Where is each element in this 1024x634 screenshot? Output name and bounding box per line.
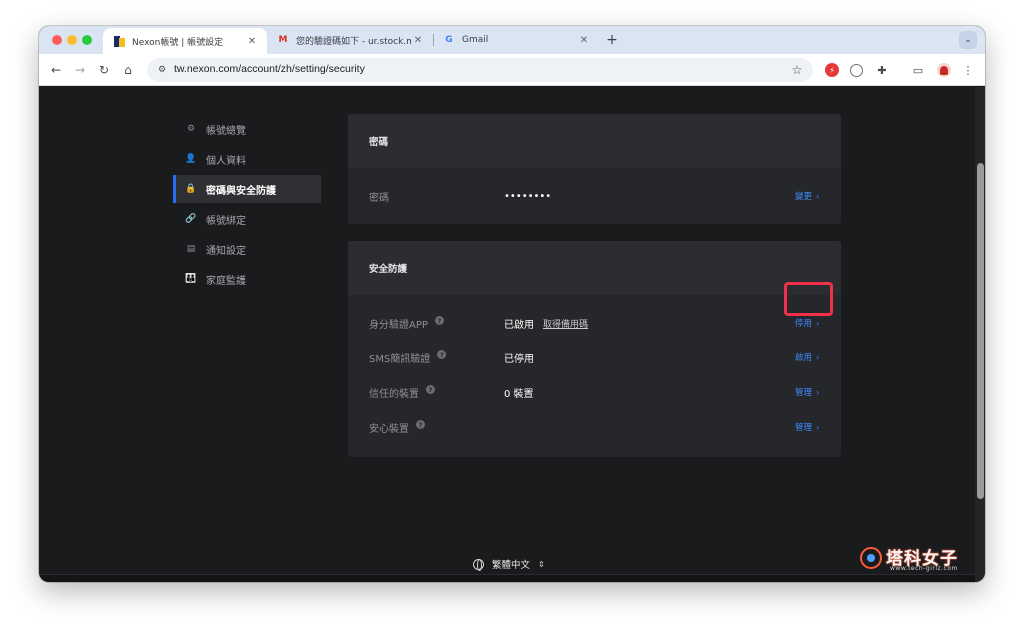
tab-gmail-message[interactable]: M 您的驗證碼如下 - ur.stock.ma ✕ xyxy=(267,26,433,54)
highlight-annotation xyxy=(784,282,833,316)
gear-icon: ⚙ xyxy=(186,124,196,134)
address-bar[interactable]: ⚙ tw.nexon.com/account/zh/setting/securi… xyxy=(147,58,813,82)
site-settings-icon[interactable]: ⚙ xyxy=(155,63,169,77)
sidebar-item-notifications[interactable]: ▤ 通知設定 xyxy=(173,235,321,263)
backup-code-link[interactable]: 取得備用碼 xyxy=(543,317,588,330)
message-icon: ▤ xyxy=(186,244,196,254)
tab-strip: Nexon帳號 | 帳號設定 ✕ M 您的驗證碼如下 - ur.stock.ma… xyxy=(39,26,985,54)
sidebar-item-security[interactable]: 🔒 密碼與安全防護 xyxy=(173,175,321,203)
tab-gmail[interactable]: G Gmail ✕ xyxy=(433,26,599,54)
new-tab-button[interactable]: + xyxy=(603,31,621,49)
extension-circle-icon[interactable] xyxy=(847,61,865,79)
close-icon[interactable]: ✕ xyxy=(411,33,425,47)
sidebar-item-label: 密碼與安全防護 xyxy=(206,185,276,197)
footer xyxy=(39,574,975,582)
chevron-updown-icon: ⇕ xyxy=(538,559,545,569)
sidebar-item-family[interactable]: 👪 家庭監護 xyxy=(173,265,321,293)
cast-icon[interactable]: ▭ xyxy=(909,61,927,79)
row-label: 密碼 xyxy=(369,192,389,204)
sidebar-item-label: 通知設定 xyxy=(206,245,246,257)
family-icon: 👪 xyxy=(185,274,197,284)
tab-search-button[interactable]: ⌄ xyxy=(959,31,977,49)
card-title: 密碼 xyxy=(348,114,841,168)
watermark-subtitle: www.tech-girlz.com xyxy=(890,565,958,572)
reload-icon[interactable]: ↻ xyxy=(95,61,113,79)
tab-title: 您的驗證碼如下 - ur.stock.ma xyxy=(296,36,411,47)
maximize-window-button[interactable] xyxy=(82,35,92,45)
change-password-link[interactable]: 變更 › xyxy=(795,190,820,203)
row-label: 安心裝置? xyxy=(369,420,425,435)
chevron-right-icon: › xyxy=(816,191,820,201)
password-card: 密碼 密碼 •••••••• 變更 › xyxy=(348,114,841,224)
status-value: 已啟用 取得備用碼 xyxy=(504,316,588,331)
sms-row: SMS簡訊驗證? 已停用 啟用 › xyxy=(348,345,841,369)
sidebar-item-overview[interactable]: ⚙ 帳號總覽 xyxy=(173,115,321,143)
extensions-puzzle-icon[interactable]: ✚ xyxy=(873,61,891,79)
close-icon[interactable]: ✕ xyxy=(577,33,591,47)
close-icon[interactable]: ✕ xyxy=(245,34,259,48)
manage-safe-device-link[interactable]: 管理 › xyxy=(795,421,820,434)
chevron-right-icon: › xyxy=(816,352,820,362)
url-text[interactable]: tw.nexon.com/account/zh/setting/security xyxy=(174,63,365,75)
manage-trusted-devices-link[interactable]: 管理 › xyxy=(795,386,820,399)
tab-nexon[interactable]: Nexon帳號 | 帳號設定 ✕ xyxy=(103,28,267,54)
page-content: ⚙ 帳號總覽 👤 個人資料 🔒 密碼與安全防護 🔗 帳號綁定 ▤ 通知設定 👪 … xyxy=(39,87,985,582)
watermark-icon xyxy=(860,547,882,569)
gmail-icon: M xyxy=(278,35,288,45)
row-label: 身分驗證APP? xyxy=(369,316,444,331)
back-icon[interactable]: ← xyxy=(47,61,65,79)
link-icon: 🔗 xyxy=(185,214,197,224)
scrollbar-thumb[interactable] xyxy=(977,163,984,499)
close-window-button[interactable] xyxy=(52,35,62,45)
lock-icon: 🔒 xyxy=(185,184,197,194)
scrollbar[interactable] xyxy=(975,87,985,582)
person-icon: 👤 xyxy=(185,154,197,164)
chevron-right-icon: › xyxy=(816,387,820,397)
sidebar-item-label: 個人資料 xyxy=(206,155,246,167)
password-row: 密碼 •••••••• 變更 › xyxy=(348,184,841,208)
forward-icon[interactable]: → xyxy=(71,61,89,79)
browser-toolbar: ← → ↻ ⌂ ⚙ tw.nexon.com/account/zh/settin… xyxy=(39,54,985,86)
chevron-right-icon: › xyxy=(816,422,820,432)
minimize-window-button[interactable] xyxy=(67,35,77,45)
google-icon: G xyxy=(445,35,453,45)
sidebar-item-label: 帳號總覽 xyxy=(206,125,246,137)
device-count: 0 裝置 xyxy=(504,388,534,400)
home-icon[interactable]: ⌂ xyxy=(119,61,137,79)
help-icon[interactable]: ? xyxy=(416,420,425,429)
nexon-logo-icon xyxy=(113,35,125,47)
status-value: 已停用 xyxy=(504,353,534,365)
auth-app-row: 身分驗證APP? 已啟用 取得備用碼 停用 › xyxy=(348,311,841,335)
security-card: 安全防護 身分驗證APP? 已啟用 取得備用碼 停用 › SMS簡訊驗證? 已停用 … xyxy=(348,241,841,457)
browser-window: Nexon帳號 | 帳號設定 ✕ M 您的驗證碼如下 - ur.stock.ma… xyxy=(39,26,985,582)
active-indicator xyxy=(173,175,176,203)
safe-device-row: 安心裝置? 管理 › xyxy=(348,415,841,439)
sidebar-item-linking[interactable]: 🔗 帳號綁定 xyxy=(173,205,321,233)
language-label: 繁體中文 xyxy=(492,560,531,571)
globe-icon xyxy=(473,558,484,571)
help-icon[interactable]: ? xyxy=(437,350,447,359)
bookmark-star-icon[interactable]: ☆ xyxy=(789,62,805,78)
chevron-right-icon: › xyxy=(816,318,820,328)
disable-auth-app-link[interactable]: 停用 › xyxy=(795,317,820,330)
help-icon[interactable]: ? xyxy=(434,316,444,325)
row-label: SMS簡訊驗證? xyxy=(369,350,447,365)
profile-avatar[interactable] xyxy=(935,61,953,79)
sidebar-item-label: 帳號綁定 xyxy=(206,215,246,227)
sidebar-item-profile[interactable]: 👤 個人資料 xyxy=(173,145,321,173)
sidebar-item-label: 家庭監護 xyxy=(206,275,246,287)
card-title: 安全防護 xyxy=(348,241,841,295)
trusted-devices-row: 信任的裝置? 0 裝置 管理 › xyxy=(348,380,841,404)
extension-red-icon[interactable]: ⚡ xyxy=(823,61,841,79)
help-icon[interactable]: ? xyxy=(426,385,435,394)
tab-title: Gmail xyxy=(462,35,489,45)
language-selector[interactable]: 繁體中文 ⇕ xyxy=(473,557,545,571)
row-label: 信任的裝置? xyxy=(369,385,435,400)
password-value: •••••••• xyxy=(504,190,552,202)
more-menu-icon[interactable]: ⋮ xyxy=(959,61,977,79)
enable-sms-link[interactable]: 啟用 › xyxy=(795,351,820,364)
watermark-logo: 塔科女子 www.tech-girlz.com xyxy=(860,544,972,576)
tab-title: Nexon帳號 | 帳號設定 xyxy=(132,37,224,48)
